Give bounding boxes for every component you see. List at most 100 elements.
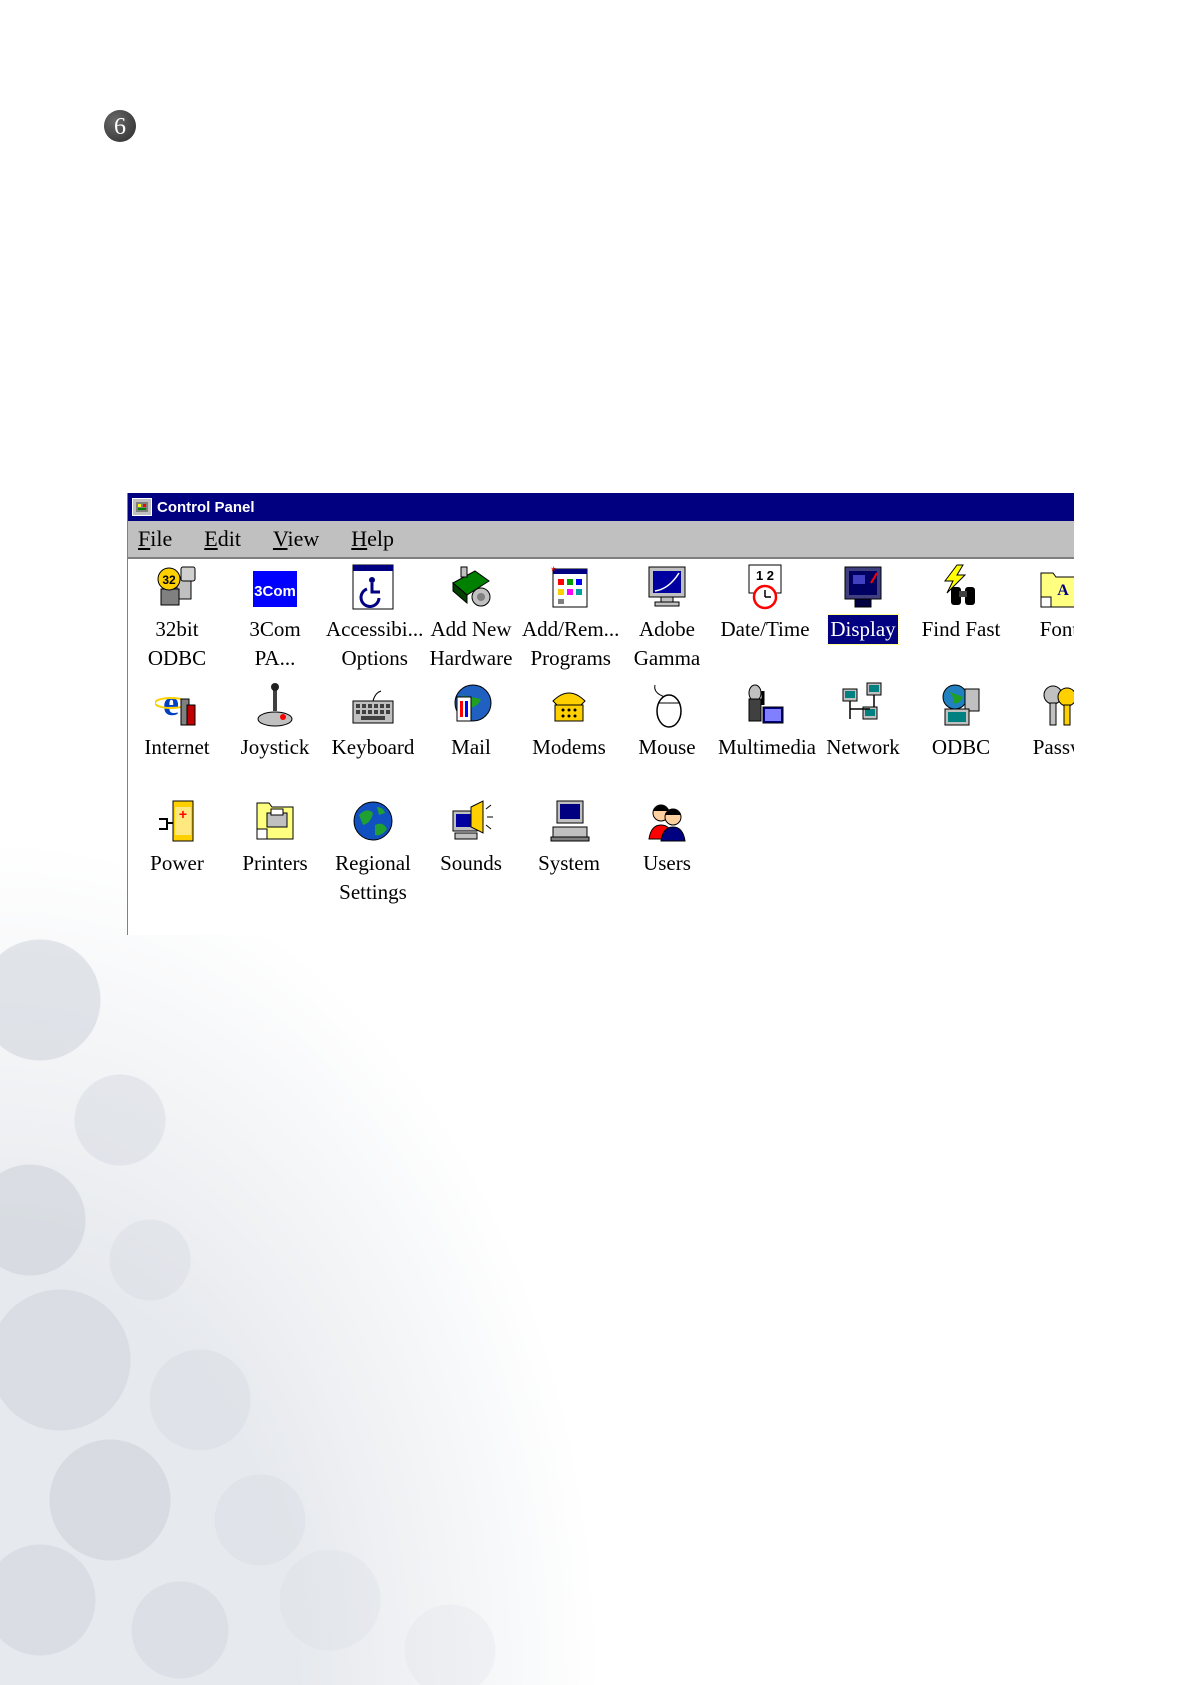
joystick-icon: [257, 683, 293, 727]
cp-item-internet[interactable]: e Internet: [128, 681, 226, 762]
cp-item-label: Mail: [451, 735, 491, 759]
control-panel-icon: [132, 498, 152, 516]
cp-item-label: Date/Time: [720, 617, 810, 641]
cp-item-label: Internet: [144, 735, 210, 759]
title-bar[interactable]: Control Panel: [128, 493, 1074, 521]
multimedia-icon: [748, 684, 784, 724]
system-icon: [550, 800, 590, 842]
users-icon: [648, 804, 686, 842]
control-panel-icon-grid: 32 32bit ODBC 3Com 3Com PA... Accessibi.…: [128, 559, 1074, 935]
cp-item-mouse[interactable]: Mouse: [618, 681, 716, 762]
cp-item-adobe-gamma[interactable]: Adobe Gamma: [618, 563, 716, 673]
printers-icon: [256, 802, 294, 840]
cp-item-add-remove-programs[interactable]: * Add/Rem... Programs: [520, 563, 620, 673]
menu-file-rest: ile: [150, 526, 173, 551]
cp-item-find-fast[interactable]: Find Fast: [912, 563, 1010, 644]
mouse-icon: [654, 684, 682, 728]
3com-badge-text: 3Com: [254, 583, 296, 600]
cp-item-32bit-odbc[interactable]: 32 32bit ODBC: [128, 563, 226, 673]
cp-item-label: ODBC: [931, 735, 991, 759]
adobe-gamma-icon: [648, 566, 686, 607]
menu-view-accelerator: V: [272, 526, 288, 551]
cp-item-label: Passw: [1032, 735, 1074, 759]
cp-item-multimedia[interactable]: Multimedia: [716, 681, 816, 762]
cp-item-label: Add/Rem... Programs: [522, 617, 620, 670]
cp-item-fonts[interactable]: A Font: [1010, 563, 1074, 644]
window-title: Control Panel: [157, 498, 255, 516]
menu-help[interactable]: Help: [351, 526, 394, 552]
cp-item-network[interactable]: Network: [814, 681, 912, 762]
cp-item-label: Adobe Gamma: [633, 617, 701, 670]
menu-edit-rest: dit: [217, 526, 241, 551]
cp-item-odbc[interactable]: ODBC: [912, 681, 1010, 762]
svg-text:1 2: 1 2: [756, 568, 774, 583]
menu-file-accelerator: F: [138, 526, 151, 551]
accessibility-icon: [352, 564, 394, 610]
cp-item-label: System: [538, 851, 600, 875]
cp-item-label: Printers: [242, 851, 308, 875]
menu-file[interactable]: File: [138, 526, 172, 552]
add-hardware-icon: [452, 566, 491, 607]
menu-view[interactable]: View: [273, 526, 319, 552]
cp-item-3com[interactable]: 3Com 3Com PA...: [226, 563, 324, 673]
cp-item-mail[interactable]: Mail: [422, 681, 520, 762]
cp-item-label: Keyboard: [331, 735, 415, 759]
cp-item-printers[interactable]: Printers: [226, 797, 324, 878]
cp-item-label: Accessibi... Options: [326, 617, 424, 670]
passwords-icon: [1043, 685, 1074, 726]
sounds-icon: [452, 800, 493, 840]
menu-edit[interactable]: Edit: [204, 526, 241, 552]
cp-item-accessibility[interactable]: Accessibi... Options: [324, 563, 424, 673]
cp-item-label: Display: [827, 614, 899, 645]
cp-item-label: Users: [643, 851, 691, 875]
cp-item-label: Modems: [532, 735, 606, 759]
cp-item-label: Mouse: [638, 735, 696, 759]
cp-item-regional-settings[interactable]: Regional Settings: [324, 797, 422, 907]
cp-item-keyboard[interactable]: Keyboard: [324, 681, 422, 762]
odbc32-icon: 32: [157, 566, 196, 606]
svg-text:*: *: [551, 564, 556, 578]
find-fast-icon: [944, 564, 975, 605]
cp-item-joystick[interactable]: Joystick: [226, 681, 324, 762]
cp-item-label: 3Com PA...: [249, 617, 301, 670]
odbc-icon: [942, 684, 980, 726]
menu-help-rest: elp: [367, 526, 395, 551]
cp-item-add-new-hardware[interactable]: Add New Hardware: [422, 563, 520, 673]
svg-text:32: 32: [162, 573, 176, 587]
cp-item-label: Power: [150, 851, 204, 875]
fonts-icon: A: [1040, 572, 1074, 608]
cp-item-date-time[interactable]: 1 2 Date/Time: [716, 563, 814, 644]
cp-item-label: Font: [1039, 617, 1074, 641]
cp-item-label: Sounds: [440, 851, 502, 875]
3com-icon: 3Com: [253, 571, 297, 607]
menu-help-accelerator: H: [351, 526, 368, 551]
cp-item-display[interactable]: Display: [814, 563, 912, 645]
mail-icon: [454, 684, 492, 722]
regional-settings-icon: [353, 801, 393, 841]
svg-text:A: A: [1057, 582, 1069, 599]
cp-item-label: 32bit ODBC: [147, 617, 207, 670]
cp-item-label: Joystick: [240, 735, 310, 759]
control-panel-window: Control Panel File Edit View Help 32 32b…: [127, 493, 1074, 935]
svg-text:e: e: [163, 683, 179, 723]
menu-edit-accelerator: E: [204, 526, 218, 551]
cp-item-sounds[interactable]: Sounds: [422, 797, 520, 878]
cp-item-passwords[interactable]: Passw: [1010, 681, 1074, 762]
cp-item-modems[interactable]: Modems: [520, 681, 618, 762]
cp-item-label: Add New Hardware: [429, 617, 513, 670]
menu-bar: File Edit View Help: [128, 521, 1074, 559]
cp-item-label: Find Fast: [921, 617, 1001, 641]
menu-view-rest: iew: [287, 526, 320, 551]
modems-icon: [552, 692, 586, 722]
network-icon: [842, 682, 882, 720]
power-icon: +: [159, 800, 194, 842]
date-time-icon: 1 2: [748, 564, 782, 610]
cp-item-power[interactable]: + Power: [128, 797, 226, 878]
display-icon: [844, 566, 882, 608]
keyboard-icon: [352, 690, 394, 724]
cp-item-label: Multimedia: [718, 735, 816, 759]
cp-item-label: Network: [826, 735, 900, 759]
cp-item-system[interactable]: System: [520, 797, 618, 878]
cp-item-users[interactable]: Users: [618, 797, 716, 878]
add-remove-programs-icon: *: [551, 564, 588, 608]
